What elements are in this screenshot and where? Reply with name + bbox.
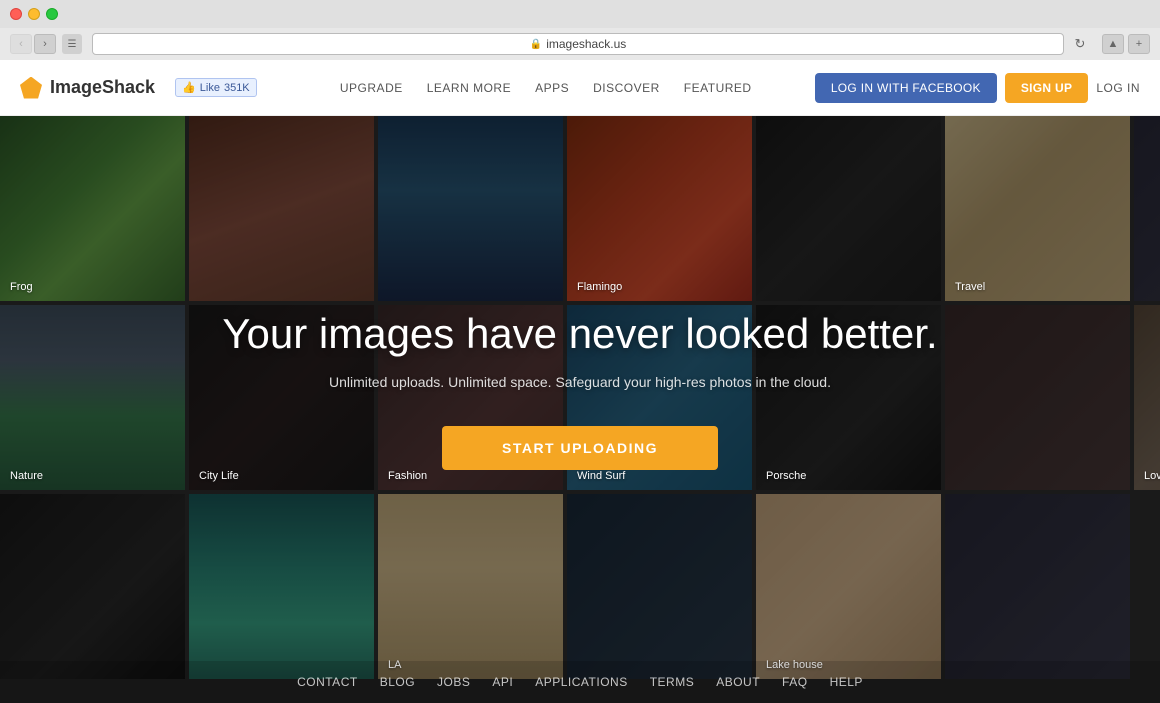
share-button[interactable]: ▲	[1102, 34, 1124, 54]
close-button[interactable]	[10, 8, 22, 20]
url-text: imageshack.us	[546, 37, 626, 51]
footer-about[interactable]: ABOUT	[716, 675, 760, 689]
fb-like-label: Like	[200, 82, 220, 94]
nav-upgrade[interactable]: UPGRADE	[340, 81, 403, 95]
back-button[interactable]: ‹	[10, 34, 32, 54]
add-bookmark-button[interactable]: +	[1128, 34, 1150, 54]
lock-icon: 🔒	[530, 39, 542, 50]
fb-like-count: 351K	[224, 82, 250, 94]
footer-links: CONTACT BLOG JOBS API APPLICATIONS TERMS…	[0, 661, 1160, 703]
brand-name: ImageShack	[50, 77, 155, 98]
footer-applications[interactable]: APPLICATIONS	[535, 675, 627, 689]
footer-help[interactable]: HELP	[830, 675, 863, 689]
footer-blog[interactable]: BLOG	[380, 675, 415, 689]
navbar-actions: LOG IN WITH FACEBOOK SIGN UP LOG IN	[815, 73, 1140, 103]
footer-contact[interactable]: CONTACT	[297, 675, 358, 689]
navbar-links: UPGRADE LEARN MORE APPS DISCOVER FEATURE…	[277, 81, 815, 95]
app-container: ImageShack 👍 Like 351K UPGRADE LEARN MOR…	[0, 60, 1160, 703]
nav-apps[interactable]: APPS	[535, 81, 569, 95]
thumbs-up-icon: 👍	[182, 81, 196, 94]
brand-logo-icon	[20, 77, 42, 99]
hero-overlay: Your images have never looked better. Un…	[0, 116, 1160, 703]
footer-terms[interactable]: TERMS	[650, 675, 695, 689]
nav-discover[interactable]: DISCOVER	[593, 81, 660, 95]
login-button[interactable]: LOG IN	[1096, 81, 1140, 95]
brand: ImageShack	[20, 77, 155, 99]
login-facebook-button[interactable]: LOG IN WITH FACEBOOK	[815, 73, 997, 103]
hero-title: Your images have never looked better.	[222, 309, 937, 359]
browser-chrome: ‹ › ☰ 🔒 imageshack.us ↻ ▲ +	[0, 0, 1160, 60]
nav-learn-more[interactable]: LEARN MORE	[427, 81, 511, 95]
footer-api[interactable]: API	[492, 675, 513, 689]
refresh-button[interactable]: ↻	[1070, 34, 1090, 54]
fb-like-button[interactable]: 👍 Like 351K	[175, 78, 257, 97]
signup-button[interactable]: SIGN UP	[1005, 73, 1088, 103]
start-uploading-button[interactable]: START UPLOADING	[442, 426, 718, 470]
maximize-button[interactable]	[46, 8, 58, 20]
reader-button[interactable]: ☰	[62, 34, 82, 54]
hero-subtitle: Unlimited uploads. Unlimited space. Safe…	[329, 374, 831, 390]
address-bar[interactable]: 🔒 imageshack.us	[92, 33, 1064, 55]
navbar: ImageShack 👍 Like 351K UPGRADE LEARN MOR…	[0, 60, 1160, 116]
minimize-button[interactable]	[28, 8, 40, 20]
footer-jobs[interactable]: JOBS	[437, 675, 470, 689]
footer-faq[interactable]: FAQ	[782, 675, 808, 689]
forward-button[interactable]: ›	[34, 34, 56, 54]
nav-featured[interactable]: FEATURED	[684, 81, 752, 95]
